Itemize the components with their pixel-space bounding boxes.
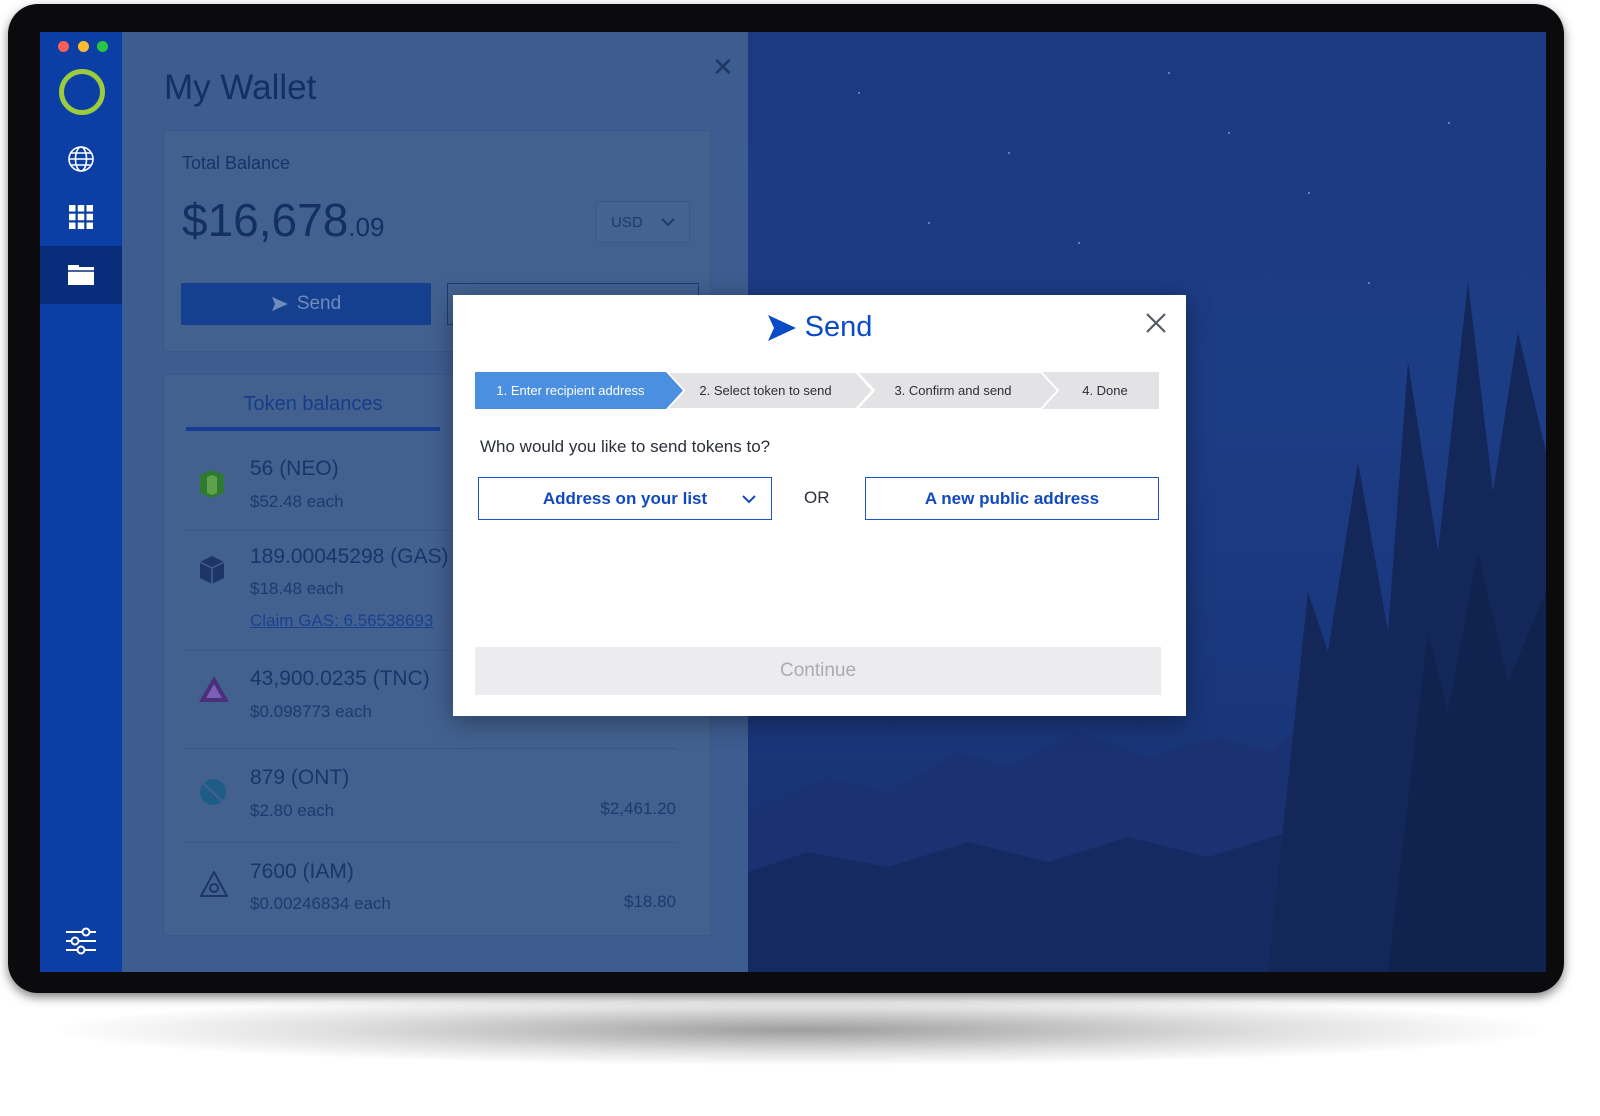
chevron-down-icon <box>661 217 675 226</box>
wallet-send-label: Send <box>296 293 342 314</box>
token-name: 879 (ONT) <box>250 766 350 789</box>
wallet-close-icon[interactable]: ✕ <box>712 52 734 83</box>
or-separator: OR <box>804 488 830 507</box>
send-icon <box>767 314 796 341</box>
sidebar-item-browser[interactable] <box>40 130 122 188</box>
token-price: $2.80 each <box>250 801 335 820</box>
token-price: $18.48 each <box>250 579 344 598</box>
balance-main: $16,678 <box>182 194 349 246</box>
app-window: ✕ My Wallet Total Balance $16,678.09 USD… <box>40 32 1546 972</box>
gas-icon <box>199 556 225 584</box>
token-name: 189.00045298 (GAS) <box>250 545 449 568</box>
ont-icon <box>200 779 226 805</box>
wallet-folder-icon <box>68 265 94 285</box>
token-price: $52.48 each <box>250 492 344 511</box>
token-row-ont[interactable]: 879 (ONT) $2.80 each $2,461.20 <box>184 749 676 843</box>
chevron-down-icon <box>742 495 756 504</box>
new-address-label: A new public address <box>924 488 1100 508</box>
new-address-button[interactable]: A new public address <box>865 477 1159 520</box>
continue-button[interactable]: Continue <box>475 647 1161 695</box>
currency-select[interactable]: USD <box>596 201 690 243</box>
step-1: 1. Enter recipient address <box>496 383 645 398</box>
iam-icon <box>200 871 228 897</box>
window-close-dot[interactable] <box>58 41 69 52</box>
address-list-dropdown[interactable]: Address on your list <box>478 477 772 520</box>
step-2: 2. Select token to send <box>699 383 832 398</box>
send-arrow-icon <box>271 297 288 311</box>
token-name: 7600 (IAM) <box>250 860 354 883</box>
modal-title-text: Send <box>804 311 873 343</box>
sidebar-item-settings[interactable] <box>40 912 122 970</box>
modal-title: Send <box>453 311 1186 344</box>
tab-active-underline <box>186 427 440 431</box>
sidebar-item-apps[interactable] <box>40 188 122 246</box>
token-name: 56 (NEO) <box>250 457 339 480</box>
token-price: $0.098773 each <box>250 702 372 721</box>
tnc-icon <box>199 676 229 702</box>
page-title: My Wallet <box>164 68 317 107</box>
token-name: 43,900.0235 (TNC) <box>250 667 430 690</box>
recipient-question: Who would you like to send tokens to? <box>480 437 771 456</box>
step-3: 3. Confirm and send <box>894 383 1012 398</box>
token-value: $2,461.20 <box>600 799 676 818</box>
token-row-iam[interactable]: 7600 (IAM) $0.00246834 each $18.80 <box>184 843 676 937</box>
apps-grid-icon <box>69 205 93 229</box>
sidebar-item-wallet[interactable] <box>40 246 122 304</box>
claim-gas-link[interactable]: Claim GAS: 6.56538693 <box>250 611 433 631</box>
device-shadow <box>60 995 1540 1065</box>
neo-icon <box>200 470 224 498</box>
step-4: 4. Done <box>1082 383 1128 398</box>
sidebar <box>40 32 122 972</box>
currency-value: USD <box>611 213 643 231</box>
continue-label: Continue <box>779 660 857 681</box>
globe-icon <box>68 146 94 172</box>
address-list-label: Address on your list <box>542 488 708 508</box>
app-logo <box>59 69 105 115</box>
wallet-send-button[interactable]: Send <box>181 283 431 325</box>
balance-amount: $16,678.09 <box>182 193 384 247</box>
send-modal: Send 1. Enter recipient address 2. Selec… <box>453 295 1186 716</box>
balance-cents: .09 <box>348 212 385 242</box>
stepper: 1. Enter recipient address 2. Select tok… <box>475 372 1159 409</box>
token-value: $18.80 <box>624 892 676 911</box>
token-price: $0.00246834 each <box>250 894 391 913</box>
window-zoom-dot[interactable] <box>97 41 108 52</box>
device-frame: ✕ My Wallet Total Balance $16,678.09 USD… <box>8 4 1564 993</box>
balance-label: Total Balance <box>182 153 291 173</box>
window-minimize-dot[interactable] <box>78 41 89 52</box>
settings-sliders-icon <box>66 927 96 955</box>
